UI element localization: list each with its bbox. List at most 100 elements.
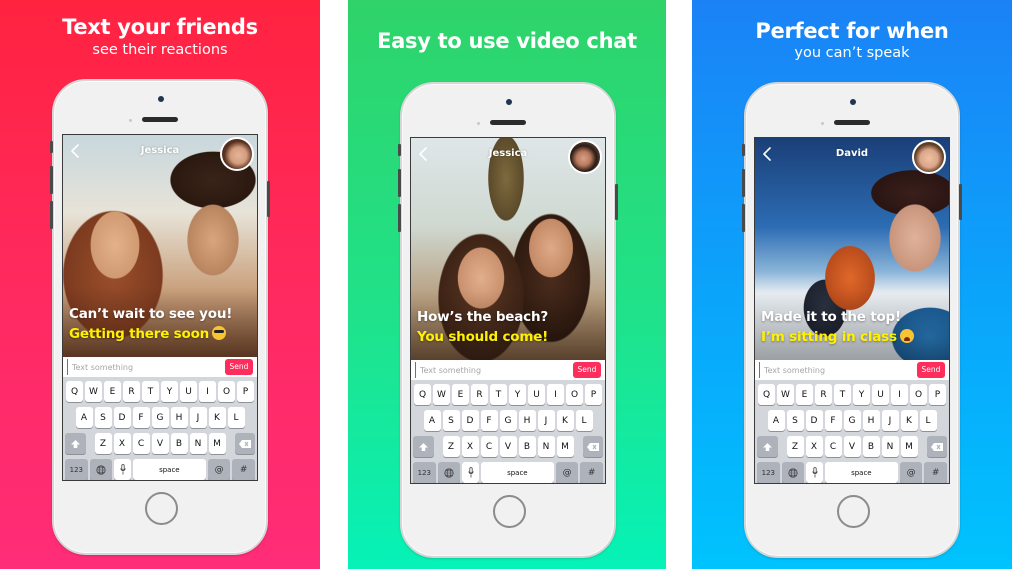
key-h[interactable]: H [862,410,880,431]
key-m[interactable]: M [556,436,574,457]
key-z[interactable]: Z [442,436,460,457]
key-a[interactable]: A [75,407,93,428]
globe-key[interactable] [781,462,805,483]
key-i[interactable]: I [891,384,908,405]
key-e[interactable]: E [104,381,121,402]
key-l[interactable]: L [575,410,593,431]
space-key[interactable]: space [480,462,554,483]
key-q[interactable]: Q [66,381,83,402]
key-f[interactable]: F [480,410,498,431]
key-l[interactable]: L [919,410,937,431]
key-x[interactable]: X [805,436,823,457]
key-u[interactable]: U [528,384,545,405]
delete-key[interactable] [234,433,255,454]
key-j[interactable]: J [537,410,555,431]
key-j[interactable]: J [189,407,207,428]
key-b[interactable]: B [170,433,188,454]
send-button[interactable]: Send [225,359,253,375]
contact-avatar[interactable] [912,140,946,174]
at-key[interactable]: @ [899,462,923,483]
key-k[interactable]: K [556,410,574,431]
globe-key[interactable] [89,459,113,480]
key-m[interactable]: M [900,436,918,457]
key-s[interactable]: S [94,407,112,428]
dictation-key[interactable] [806,462,823,483]
key-k[interactable]: K [208,407,226,428]
key-a[interactable]: A [423,410,441,431]
shift-key[interactable] [757,436,778,457]
key-g[interactable]: G [843,410,861,431]
hash-key[interactable]: # [924,462,947,483]
key-p[interactable]: P [929,384,946,405]
key-p[interactable]: P [237,381,254,402]
key-y[interactable]: Y [509,384,526,405]
space-key[interactable]: space [824,462,898,483]
dictation-key[interactable] [114,459,131,480]
key-g[interactable]: G [499,410,517,431]
hash-key[interactable]: # [232,459,255,480]
key-w[interactable]: W [777,384,794,405]
key-v[interactable]: V [151,433,169,454]
key-t[interactable]: T [490,384,507,405]
key-m[interactable]: M [208,433,226,454]
key-e[interactable]: E [452,384,469,405]
key-o[interactable]: O [218,381,235,402]
dictation-key[interactable] [462,462,479,483]
key-z[interactable]: Z [786,436,804,457]
key-s[interactable]: S [442,410,460,431]
key-u[interactable]: U [872,384,889,405]
key-v[interactable]: V [843,436,861,457]
key-e[interactable]: E [796,384,813,405]
message-input[interactable] [67,359,221,375]
key-i[interactable]: I [199,381,216,402]
key-w[interactable]: W [433,384,450,405]
home-button[interactable] [493,495,526,528]
key-n[interactable]: N [537,436,555,457]
key-c[interactable]: C [824,436,842,457]
key-o[interactable]: O [910,384,927,405]
key-g[interactable]: G [151,407,169,428]
key-f[interactable]: F [824,410,842,431]
key-u[interactable]: U [180,381,197,402]
key-a[interactable]: A [767,410,785,431]
key-r[interactable]: R [123,381,140,402]
key-n[interactable]: N [189,433,207,454]
key-d[interactable]: D [461,410,479,431]
globe-key[interactable] [437,462,461,483]
key-t[interactable]: T [834,384,851,405]
key-p[interactable]: P [585,384,602,405]
key-j[interactable]: J [881,410,899,431]
key-b[interactable]: B [862,436,880,457]
send-button[interactable]: Send [573,362,601,378]
numbers-key[interactable]: 123 [757,462,780,483]
at-key[interactable]: @ [555,462,579,483]
home-button[interactable] [145,492,178,525]
shift-key[interactable] [413,436,434,457]
key-h[interactable]: H [518,410,536,431]
key-q[interactable]: Q [414,384,431,405]
key-w[interactable]: W [85,381,102,402]
key-d[interactable]: D [805,410,823,431]
numbers-key[interactable]: 123 [65,459,88,480]
key-x[interactable]: X [461,436,479,457]
key-d[interactable]: D [113,407,131,428]
key-y[interactable]: Y [853,384,870,405]
key-k[interactable]: K [900,410,918,431]
key-r[interactable]: R [815,384,832,405]
hash-key[interactable]: # [580,462,603,483]
space-key[interactable]: space [132,459,206,480]
key-o[interactable]: O [566,384,583,405]
key-h[interactable]: H [170,407,188,428]
key-v[interactable]: V [499,436,517,457]
message-input[interactable] [415,362,569,378]
key-b[interactable]: B [518,436,536,457]
key-n[interactable]: N [881,436,899,457]
contact-avatar[interactable] [568,140,602,174]
key-c[interactable]: C [480,436,498,457]
key-z[interactable]: Z [94,433,112,454]
key-i[interactable]: I [547,384,564,405]
key-q[interactable]: Q [758,384,775,405]
key-y[interactable]: Y [161,381,178,402]
key-f[interactable]: F [132,407,150,428]
key-l[interactable]: L [227,407,245,428]
